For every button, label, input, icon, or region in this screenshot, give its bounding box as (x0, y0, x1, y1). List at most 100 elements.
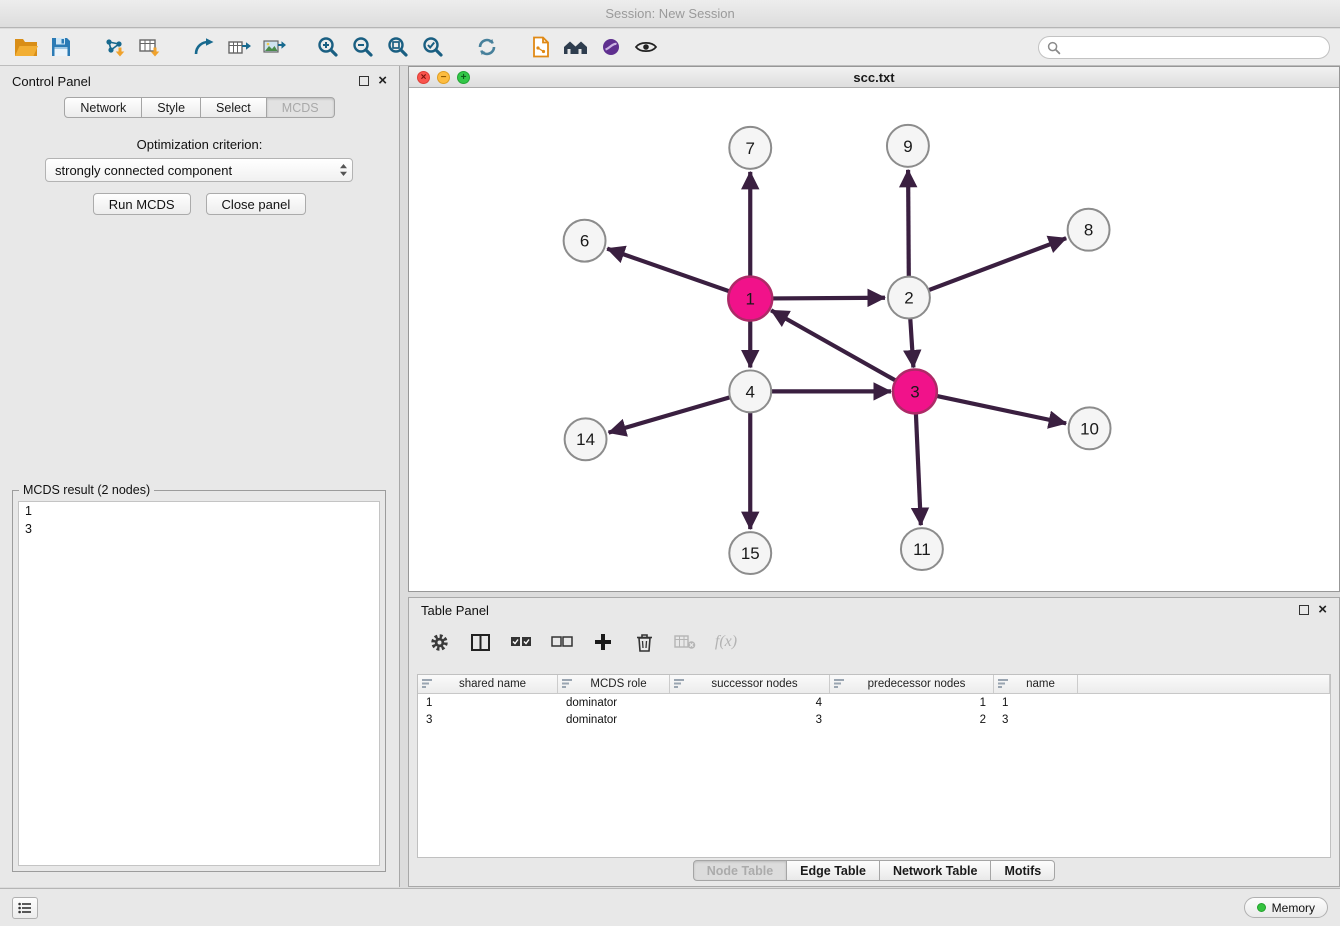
search-box (1038, 36, 1330, 59)
apply-layout-icon[interactable] (471, 32, 503, 62)
sort-icon (562, 678, 572, 691)
zoom-selected-icon[interactable] (417, 32, 449, 62)
control-panel-header: Control Panel × (0, 70, 399, 92)
table-cell: 1 (418, 697, 558, 709)
zoom-fit-icon[interactable] (382, 32, 414, 62)
window-title: Session: New Session (605, 6, 734, 21)
column-header-mcds-role[interactable]: MCDS role (558, 675, 670, 693)
toolbar-separator (169, 32, 185, 62)
close-window-button[interactable]: × (417, 71, 430, 84)
graph-node-1[interactable]: 1 (728, 277, 772, 321)
zoom-window-button[interactable]: + (457, 71, 470, 84)
graph-node-10[interactable]: 10 (1069, 407, 1111, 449)
graph-edge-3-11[interactable] (916, 412, 921, 525)
control-panel: Control Panel × NetworkStyleSelectMCDS O… (0, 66, 400, 887)
show-panels-button[interactable] (12, 897, 38, 919)
svg-text:8: 8 (1084, 221, 1093, 240)
network-window-titlebar[interactable]: × − + scc.txt (409, 67, 1339, 88)
close-panel-icon[interactable]: × (378, 76, 387, 86)
run-mcds-button[interactable]: Run MCDS (93, 193, 191, 215)
zoom-in-icon[interactable] (312, 32, 344, 62)
float-table-panel-icon[interactable] (1299, 605, 1309, 615)
show-columns-icon[interactable] (468, 630, 492, 654)
graph-node-8[interactable]: 8 (1068, 209, 1110, 251)
save-session-icon[interactable] (45, 32, 77, 62)
style-tool-icon[interactable] (595, 32, 627, 62)
graph-edge-3-1[interactable] (771, 310, 897, 381)
graph-edge-2-8[interactable] (929, 238, 1067, 290)
delete-table-icon[interactable] (673, 630, 697, 654)
open-network-file-icon[interactable] (525, 32, 557, 62)
column-header-name[interactable]: name (994, 675, 1078, 693)
graph-node-11[interactable]: 11 (901, 528, 943, 570)
add-column-icon[interactable] (591, 630, 615, 654)
graph-edge-2-9[interactable] (908, 170, 909, 277)
tab-network[interactable]: Network (64, 97, 142, 118)
select-all-columns-icon[interactable] (509, 630, 533, 654)
float-panel-icon[interactable] (359, 76, 369, 86)
table-cell: dominator (558, 714, 670, 726)
optimization-criterion-label: Optimization criterion: (0, 137, 399, 152)
graph-edge-1-2[interactable] (771, 298, 885, 299)
memory-status-dot (1257, 903, 1266, 912)
graph-node-6[interactable]: 6 (564, 220, 606, 262)
deselect-all-columns-icon[interactable] (550, 630, 574, 654)
import-network-icon[interactable] (99, 32, 131, 62)
graph-node-2[interactable]: 2 (888, 277, 930, 319)
export-table-icon[interactable] (223, 32, 255, 62)
graph-node-14[interactable]: 14 (565, 418, 607, 460)
graph-node-15[interactable]: 15 (729, 532, 771, 574)
delete-column-icon[interactable] (632, 630, 656, 654)
status-bar: Memory (0, 888, 1340, 926)
mcds-result-item[interactable]: 3 (19, 520, 379, 538)
graph-node-7[interactable]: 7 (729, 127, 771, 169)
graph-edge-3-10[interactable] (935, 396, 1066, 424)
tab-motifs[interactable]: Motifs (991, 860, 1055, 881)
optimization-criterion-value: strongly connected component (55, 163, 232, 178)
import-table-icon[interactable] (134, 32, 166, 62)
tab-node-table[interactable]: Node Table (693, 860, 787, 881)
tab-select[interactable]: Select (201, 97, 267, 118)
export-network-icon[interactable] (188, 32, 220, 62)
sort-icon (998, 678, 1008, 691)
table-settings-icon[interactable] (427, 630, 451, 654)
network-canvas[interactable]: 7 9 6 8 1 2 4 3 14 10 15 11 (409, 89, 1339, 591)
memory-button[interactable]: Memory (1244, 897, 1328, 918)
close-table-panel-icon[interactable]: × (1318, 605, 1327, 615)
optimization-criterion-select[interactable]: strongly connected component (45, 158, 353, 182)
tab-edge-table[interactable]: Edge Table (787, 860, 880, 881)
table-panel-title: Table Panel (421, 603, 489, 618)
graph-edge-2-3[interactable] (910, 319, 913, 368)
table-row[interactable]: 3dominator323 (418, 711, 1330, 728)
export-image-icon[interactable] (258, 32, 290, 62)
table-row[interactable]: 1dominator411 (418, 694, 1330, 711)
open-session-icon[interactable] (10, 32, 42, 62)
svg-text:11: 11 (913, 540, 931, 559)
tab-style[interactable]: Style (142, 97, 201, 118)
function-builder-icon[interactable]: f(x) (714, 630, 738, 654)
table-cell: 3 (994, 714, 1078, 726)
graph-node-9[interactable]: 9 (887, 125, 929, 167)
minimize-window-button[interactable]: − (437, 71, 450, 84)
tab-network-table[interactable]: Network Table (880, 860, 992, 881)
graph-edge-1-6[interactable] (607, 249, 730, 292)
svg-text:2: 2 (904, 289, 913, 308)
graph-node-4[interactable]: 4 (729, 370, 771, 412)
close-panel-button[interactable]: Close panel (206, 193, 307, 215)
search-input[interactable] (1038, 36, 1330, 59)
show-graphics-details-icon[interactable] (630, 32, 662, 62)
mcds-result-item[interactable]: 1 (19, 502, 379, 520)
home-networks-icon[interactable] (560, 32, 592, 62)
tab-mcds[interactable]: MCDS (267, 97, 335, 118)
graph-node-3[interactable]: 3 (893, 369, 937, 413)
svg-text:14: 14 (576, 430, 595, 449)
graph-edge-4-14[interactable] (609, 397, 731, 432)
table-cell: dominator (558, 697, 670, 709)
column-header-successor-nodes[interactable]: successor nodes (670, 675, 830, 693)
main-toolbar (0, 29, 1340, 66)
toolbar-separator (293, 32, 309, 62)
column-header-shared-name[interactable]: shared name (418, 675, 558, 693)
column-header-predecessor-nodes[interactable]: predecessor nodes (830, 675, 994, 693)
node-table: shared nameMCDS rolesuccessor nodesprede… (417, 674, 1331, 858)
zoom-out-icon[interactable] (347, 32, 379, 62)
